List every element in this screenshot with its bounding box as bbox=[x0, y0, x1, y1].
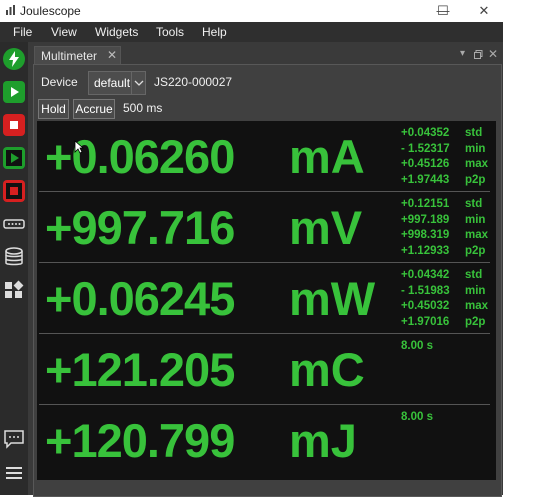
multimeter-panel: Device default JS220-000027 Hold Accrue … bbox=[33, 64, 502, 497]
voltage-unit: mV bbox=[289, 201, 363, 254]
duration-label: 500 ms bbox=[123, 101, 163, 115]
stop-icon[interactable] bbox=[3, 114, 25, 136]
power-stats: +0.04342 std - 1.51983 min +0.45032 max +1.… bbox=[401, 268, 495, 330]
hamburger-menu-icon[interactable] bbox=[3, 462, 25, 484]
stat-value: +0.45126 bbox=[401, 158, 450, 170]
accrue-duration: 8.00 s bbox=[401, 340, 433, 352]
device-serial: JS220-000027 bbox=[154, 75, 233, 89]
menu-view[interactable]: View bbox=[51, 25, 77, 39]
storage-icon[interactable] bbox=[3, 246, 25, 268]
chat-icon[interactable] bbox=[3, 428, 25, 450]
device-label: Device bbox=[41, 75, 78, 89]
stat-value: +1.12933 bbox=[401, 244, 450, 257]
record-play-icon[interactable] bbox=[3, 147, 25, 169]
stat-value: +997.189 bbox=[401, 213, 450, 226]
stat-label: p2p bbox=[465, 244, 486, 257]
stat-label: min bbox=[465, 284, 486, 297]
stat-value: +0.12151 bbox=[401, 198, 450, 210]
maximize-button[interactable]: ☐ bbox=[424, 1, 462, 21]
stat-label: min bbox=[465, 142, 486, 155]
voltage-value: +997.716 bbox=[45, 201, 235, 254]
dock-float-icon[interactable] bbox=[474, 50, 483, 59]
tab-multimeter[interactable]: Multimeter ✕ bbox=[34, 46, 121, 65]
stat-label: std bbox=[465, 127, 483, 139]
current-row: +0.06260 mA +0.04352 std - 1.52317 min +0.… bbox=[37, 121, 496, 192]
widgets-icon[interactable] bbox=[3, 279, 25, 301]
stat-label: max bbox=[465, 229, 489, 241]
device-icon[interactable] bbox=[3, 213, 25, 235]
stat-value: - 1.52317 bbox=[401, 142, 450, 155]
current-stats: +0.04352 std - 1.52317 min +0.45126 max +1.… bbox=[401, 126, 495, 188]
dock-area: Multimeter ✕ ▾ ✕ Device default JS220-00… bbox=[30, 44, 503, 497]
title-bar: Joulescope — ☐ ✕ bbox=[0, 0, 503, 22]
window-title: Joulescope bbox=[20, 4, 81, 18]
tab-close-icon[interactable]: ✕ bbox=[107, 48, 117, 62]
stat-value: +0.04352 bbox=[401, 127, 450, 139]
voltage-row: +997.716 mV +0.12151 std +997.189 min +998… bbox=[37, 192, 496, 263]
energy-row: +120.799 mJ 8.00 s bbox=[37, 405, 496, 476]
stat-value: +1.97016 bbox=[401, 315, 450, 328]
voltage-stats: +0.12151 std +997.189 min +998.319 max +1.1… bbox=[401, 197, 495, 259]
app-window: Joulescope — ☐ ✕ File View Widgets Tools… bbox=[0, 0, 503, 497]
joulescope-logo-icon bbox=[6, 5, 15, 15]
energy-stats: 8.00 s bbox=[401, 410, 495, 426]
current-value: +0.06260 bbox=[45, 130, 235, 183]
charge-value: +121.205 bbox=[45, 343, 235, 396]
mouse-cursor-icon bbox=[74, 140, 84, 154]
stat-value: - 1.51983 bbox=[401, 284, 450, 297]
close-button[interactable]: ✕ bbox=[465, 1, 503, 21]
menu-tools[interactable]: Tools bbox=[156, 25, 184, 39]
stat-label: p2p bbox=[465, 315, 486, 328]
menu-widgets[interactable]: Widgets bbox=[95, 25, 138, 39]
menu-bar: File View Widgets Tools Help bbox=[0, 22, 503, 42]
power-row: +0.06245 mW +0.04342 std - 1.51983 min +0.… bbox=[37, 263, 496, 334]
stat-label: max bbox=[465, 158, 489, 170]
stat-label: std bbox=[465, 269, 483, 281]
stat-value: +0.45032 bbox=[401, 300, 450, 312]
chevron-down-icon[interactable] bbox=[131, 72, 146, 94]
accrue-button[interactable]: Accrue bbox=[73, 99, 115, 119]
play-icon[interactable] bbox=[3, 81, 25, 103]
stat-value: +998.319 bbox=[401, 229, 450, 241]
current-unit: mA bbox=[289, 130, 365, 183]
menu-file[interactable]: File bbox=[13, 25, 32, 39]
tab-label: Multimeter bbox=[41, 49, 98, 63]
hold-button[interactable]: Hold bbox=[38, 99, 69, 119]
charge-unit: mC bbox=[289, 343, 365, 396]
left-toolbar bbox=[0, 42, 28, 495]
device-select[interactable]: default bbox=[88, 71, 146, 95]
stat-value: +0.04342 bbox=[401, 269, 450, 281]
power-unit: mW bbox=[289, 272, 376, 325]
lightning-icon[interactable] bbox=[3, 48, 25, 70]
menu-help[interactable]: Help bbox=[202, 25, 227, 39]
stat-label: max bbox=[465, 300, 489, 312]
multimeter-display: +0.06260 mA +0.04352 std - 1.52317 min +0.… bbox=[37, 121, 496, 480]
accrue-duration: 8.00 s bbox=[401, 411, 433, 423]
record-stop-icon[interactable] bbox=[3, 180, 25, 202]
charge-row: +121.205 mC 8.00 s bbox=[37, 334, 496, 405]
energy-unit: mJ bbox=[289, 414, 357, 467]
stat-label: p2p bbox=[465, 173, 486, 186]
stat-value: +1.97443 bbox=[401, 173, 450, 186]
dock-close-icon[interactable]: ✕ bbox=[488, 47, 498, 61]
stat-label: min bbox=[465, 213, 486, 226]
charge-stats: 8.00 s bbox=[401, 339, 495, 355]
dock-menu-icon[interactable]: ▾ bbox=[460, 48, 465, 59]
power-value: +0.06245 bbox=[45, 272, 235, 325]
device-select-value: default bbox=[94, 76, 131, 90]
energy-value: +120.799 bbox=[45, 414, 235, 467]
stat-label: std bbox=[465, 198, 483, 210]
